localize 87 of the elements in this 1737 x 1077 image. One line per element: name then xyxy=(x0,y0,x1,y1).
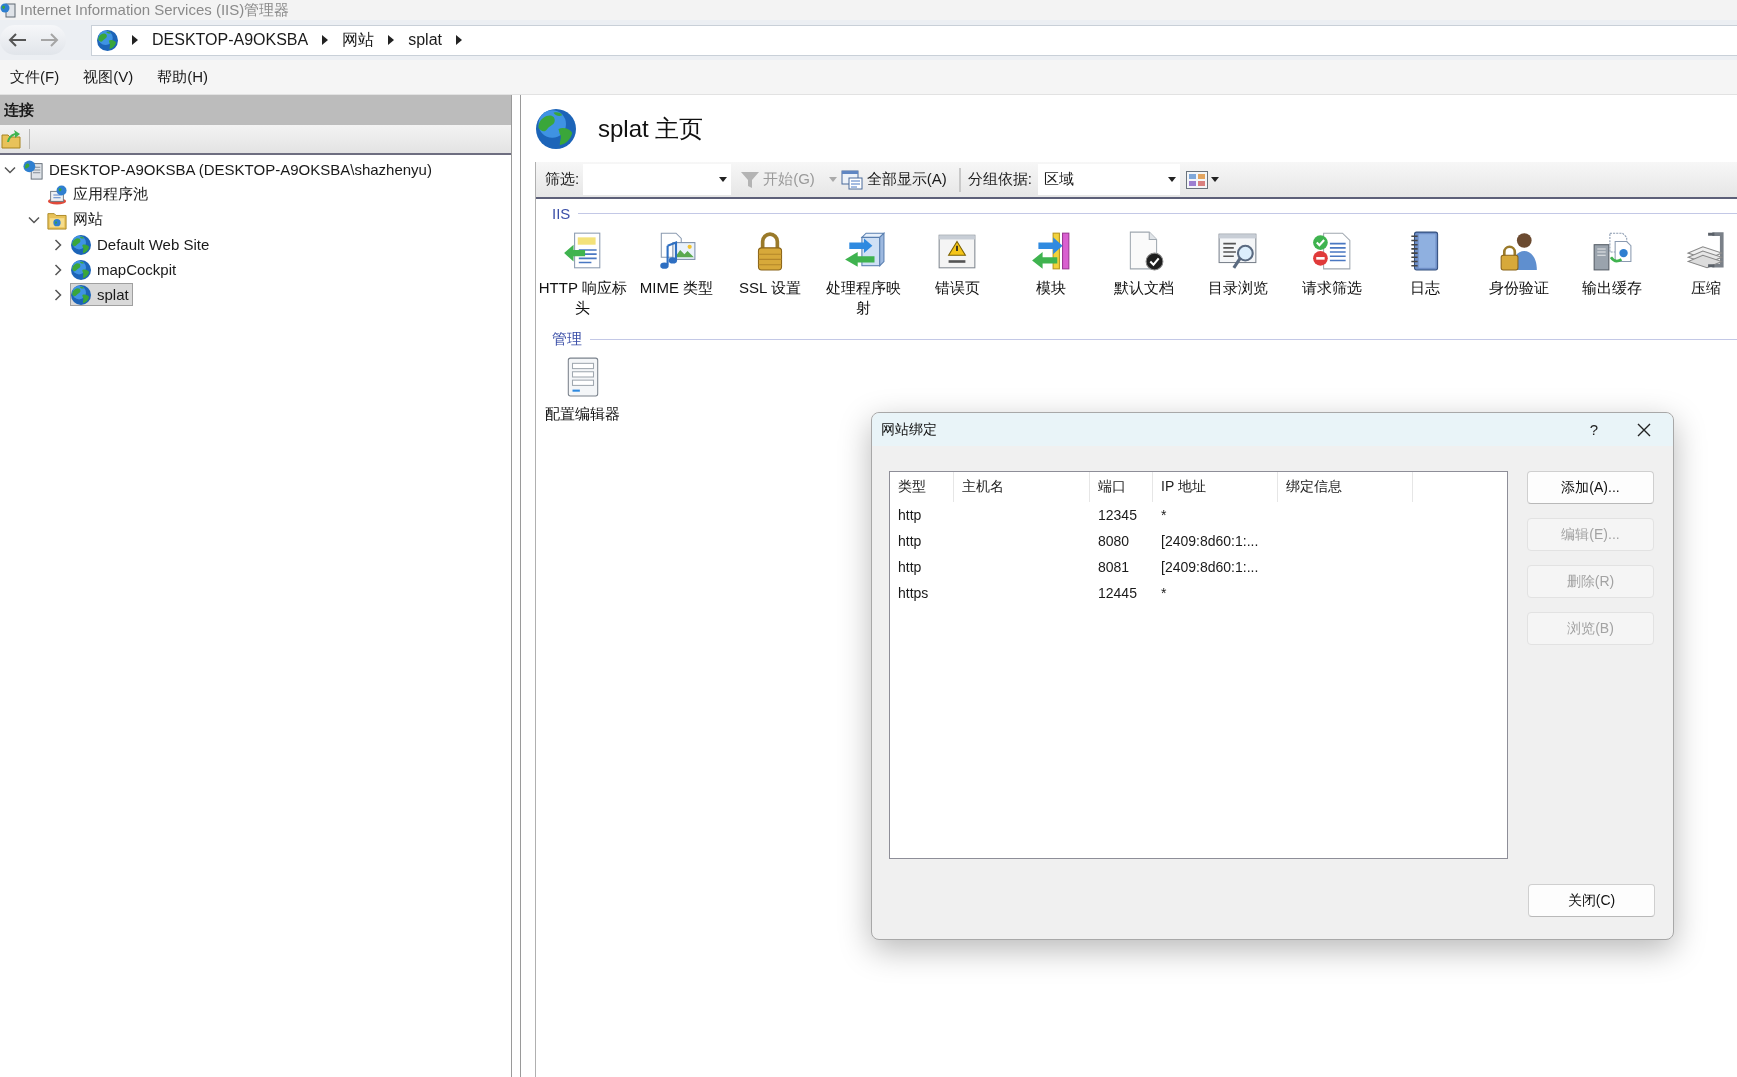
globe-icon xyxy=(71,259,91,280)
table-cell: http xyxy=(898,533,922,549)
feature-item[interactable]: 默认文档 xyxy=(1114,230,1175,318)
close-button[interactable]: 关闭(C) xyxy=(1528,884,1655,917)
breadcrumb-arrow-icon[interactable] xyxy=(388,35,395,45)
caret-icon[interactable] xyxy=(719,177,728,182)
funnel-icon xyxy=(741,170,760,189)
column-header[interactable]: 绑定信息 xyxy=(1286,478,1342,496)
list-check-stop-icon xyxy=(1310,230,1353,272)
feature-item[interactable]: HTTP 响应标头 xyxy=(538,230,628,318)
feature-item[interactable]: 配置编辑器 xyxy=(545,356,621,424)
breadcrumb-arrow-icon[interactable] xyxy=(132,35,138,45)
help-button[interactable]: ? xyxy=(1579,414,1609,445)
tree-item[interactable]: mapCockpit xyxy=(70,258,181,281)
chevron-right-icon[interactable] xyxy=(54,288,62,301)
server-globe-icon xyxy=(23,159,43,180)
table-cell: [2409:8d60:1:... xyxy=(1161,533,1259,549)
feature-item[interactable]: 目录浏览 xyxy=(1207,230,1268,318)
server-documents-icon xyxy=(1591,230,1634,272)
feature-item[interactable]: 处理程序映射 xyxy=(819,230,909,318)
breadcrumb-arrow-icon[interactable] xyxy=(456,35,462,45)
dialog-button[interactable]: 添加(A)... xyxy=(1527,471,1654,504)
table-cell: * xyxy=(1161,585,1167,601)
tree-item[interactable]: 网站 xyxy=(46,208,107,231)
chevron-down-icon[interactable] xyxy=(4,165,16,174)
column-header[interactable]: 端口 xyxy=(1098,478,1126,496)
chevron-right-icon[interactable] xyxy=(54,263,62,276)
table-cell: [2409:8d60:1:... xyxy=(1161,559,1259,575)
back-arrow-icon[interactable] xyxy=(6,32,27,48)
panel-title: 连接 xyxy=(4,100,34,120)
caret-icon[interactable] xyxy=(1211,177,1219,182)
feature-item[interactable]: MIME 类型 xyxy=(639,230,714,318)
column-header[interactable]: 类型 xyxy=(898,478,926,496)
table-cell: 12445 xyxy=(1098,585,1137,601)
group-by-label: 分组依据: xyxy=(967,170,1032,189)
menu-item[interactable]: 文件(F) xyxy=(10,67,60,87)
breadcrumb-item[interactable]: DESKTOP-A9OKSBA xyxy=(152,31,309,49)
tree-item[interactable]: Default Web Site xyxy=(70,233,214,256)
globe-box-icon xyxy=(47,184,67,205)
caret-icon[interactable] xyxy=(1168,177,1176,182)
feature-item[interactable]: 身份验证 xyxy=(1488,230,1549,318)
arrows-bars-icon xyxy=(1029,230,1072,272)
tree-item[interactable]: splat xyxy=(70,283,133,306)
column-header[interactable]: IP 地址 xyxy=(1161,478,1206,496)
globe-icon xyxy=(71,284,91,305)
group-title: IIS xyxy=(552,204,571,222)
chevron-down-icon[interactable] xyxy=(28,215,40,224)
feature-item[interactable]: SSL 设置 xyxy=(739,230,801,318)
table-cell: https xyxy=(898,585,929,601)
table-cell: http xyxy=(898,559,922,575)
breadcrumb-arrow-icon[interactable] xyxy=(322,35,329,45)
feature-item[interactable]: 输出缓存 xyxy=(1582,230,1643,318)
table-cell: http xyxy=(898,507,922,523)
window-title: Internet Information Services (IIS)管理器 xyxy=(20,1,290,19)
breadcrumb-item[interactable]: splat xyxy=(408,31,442,49)
menu-item[interactable]: 视图(V) xyxy=(83,67,134,87)
filter-field[interactable] xyxy=(583,164,732,195)
dialog-title: 网站绑定 xyxy=(881,420,937,439)
server-window-icon xyxy=(0,2,16,18)
tree-item[interactable]: 应用程序池 xyxy=(46,183,152,206)
group-by-field[interactable]: 区域 xyxy=(1038,164,1180,195)
show-all-button[interactable]: 全部显示(A) xyxy=(840,169,947,190)
page-title: splat 主页 xyxy=(598,113,704,144)
feature-item[interactable]: 压缩 xyxy=(1684,230,1727,318)
menu-item[interactable]: 帮助(H) xyxy=(157,67,208,87)
breadcrumb-item[interactable]: 网站 xyxy=(342,29,375,51)
address-bar[interactable]: DESKTOP-A9OKSBA 网站 splat xyxy=(91,24,1737,56)
globe-icon xyxy=(71,234,91,255)
tree-item[interactable]: DESKTOP-A9OKSBA (DESKTOP-A9OKSBA\shazhenyu) xyxy=(22,158,436,181)
group-title: 管理 xyxy=(552,329,582,349)
table-cell: 12345 xyxy=(1098,507,1137,523)
filter-label: 筛选: xyxy=(545,170,580,189)
globe-icon xyxy=(536,108,576,149)
grid-view-icon xyxy=(1186,170,1208,189)
table-cell: * xyxy=(1161,507,1167,523)
feature-item[interactable]: 日志 xyxy=(1404,230,1447,318)
close-icon[interactable] xyxy=(1637,422,1651,437)
column-header[interactable]: 主机名 xyxy=(962,478,1004,496)
feature-item[interactable]: 错误页 xyxy=(934,230,980,318)
table-cell: 8080 xyxy=(1098,533,1130,549)
window-list-icon xyxy=(840,169,863,190)
table-cell: 8081 xyxy=(1098,559,1130,575)
feature-item[interactable]: 请求筛选 xyxy=(1301,230,1362,318)
feature-item[interactable]: 模块 xyxy=(1029,230,1072,318)
chevron-right-icon[interactable] xyxy=(54,238,62,251)
view-button[interactable] xyxy=(1186,170,1219,189)
globe-icon xyxy=(97,29,118,51)
